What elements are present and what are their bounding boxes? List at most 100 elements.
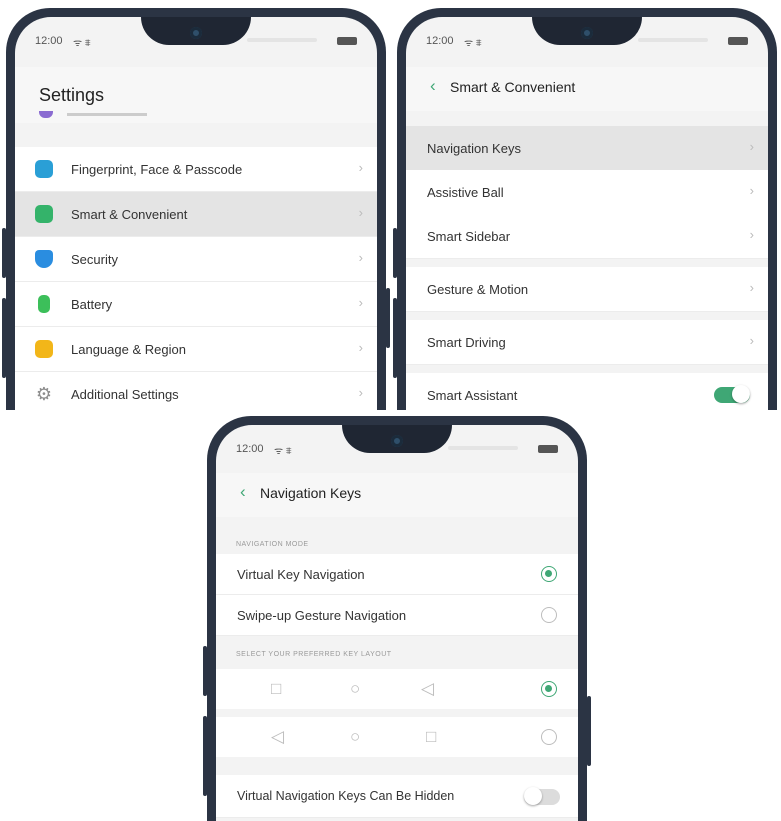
square-key-icon: □ bbox=[271, 679, 282, 698]
language-icon bbox=[35, 340, 53, 358]
signal-icon: ᯤ ⩨ bbox=[464, 38, 482, 49]
speaker-grille bbox=[247, 38, 317, 42]
side-button bbox=[203, 646, 207, 696]
radio-selected[interactable] bbox=[541, 681, 557, 697]
status-time: 12:00 bbox=[35, 35, 63, 47]
phone-navigation-keys: 12:00 ᯤ ⩨ ‹ Navigation Keys NAVIGATION M… bbox=[203, 416, 591, 821]
chevron-right-icon: › bbox=[358, 160, 363, 175]
option-swipe-up-gesture[interactable]: Swipe-up Gesture Navigation bbox=[216, 595, 578, 636]
option-keys-can-be-hidden[interactable]: Virtual Navigation Keys Can Be Hidden bbox=[216, 775, 578, 818]
page-title: Smart & Convenient bbox=[450, 79, 576, 95]
phone-smart-convenient: 12:00 ᯤ ⩨ ‹ Smart & Convenient Navigatio… bbox=[393, 8, 777, 410]
smart-assistant-toggle[interactable] bbox=[714, 385, 750, 403]
option-virtual-key-navigation[interactable]: Virtual Key Navigation bbox=[216, 554, 578, 595]
settings-item-smart-convenient[interactable]: Smart & Convenient › bbox=[15, 192, 377, 237]
status-bar: 12:00 ᯤ ⩨ bbox=[236, 441, 558, 457]
side-button bbox=[2, 298, 6, 378]
key-layout-option-1[interactable]: □ ○ ◁ bbox=[216, 669, 578, 709]
side-button bbox=[203, 716, 207, 796]
settings-item-additional[interactable]: ⚙ Additional Settings › bbox=[15, 372, 377, 410]
speaker-grille bbox=[448, 446, 518, 450]
battery-status-icon bbox=[538, 445, 558, 453]
chevron-right-icon: › bbox=[749, 183, 754, 198]
list-item-label: Smart Sidebar bbox=[427, 229, 511, 244]
side-button bbox=[2, 228, 6, 278]
square-key-icon: □ bbox=[426, 727, 437, 746]
side-button bbox=[386, 288, 390, 348]
settings-item-label: Fingerprint, Face & Passcode bbox=[71, 162, 243, 177]
option-label: Virtual Navigation Keys Can Be Hidden bbox=[237, 789, 455, 803]
chevron-right-icon: › bbox=[358, 340, 363, 355]
radio-unselected[interactable] bbox=[541, 607, 557, 623]
settings-item-label: Additional Settings bbox=[71, 387, 179, 402]
circle-key-icon: ○ bbox=[350, 727, 361, 746]
battery-icon bbox=[38, 295, 50, 313]
partial-row-label bbox=[67, 113, 147, 116]
status-time: 12:00 bbox=[236, 443, 264, 455]
settings-item-label: Language & Region bbox=[71, 342, 186, 357]
settings-item-security[interactable]: Security › bbox=[15, 237, 377, 282]
toggle-knob bbox=[524, 787, 542, 805]
settings-item-label: Battery bbox=[71, 297, 113, 312]
list-item-label: Assistive Ball bbox=[427, 185, 504, 200]
phone-settings: 12:00 ᯤ ⩨ Settings Fingerprint, Face & P… bbox=[2, 8, 390, 410]
shield-icon bbox=[35, 250, 53, 268]
back-arrow-icon[interactable]: ‹ bbox=[240, 482, 246, 502]
page-title: Navigation Keys bbox=[260, 485, 362, 501]
circle-key-icon: ○ bbox=[350, 679, 361, 698]
hide-keys-toggle[interactable] bbox=[524, 787, 560, 805]
toggle-knob bbox=[732, 385, 750, 403]
section-header-key-layout: SELECT YOUR PREFERRED KEY LAYOUT bbox=[236, 651, 392, 658]
chevron-right-icon: › bbox=[749, 333, 754, 348]
side-button bbox=[393, 298, 397, 378]
back-triangle-key-icon: ◁ bbox=[271, 727, 285, 746]
list-item-assistive-ball[interactable]: Assistive Ball › bbox=[406, 170, 768, 215]
option-label: Virtual Key Navigation bbox=[237, 567, 365, 582]
header: ‹ Smart & Convenient bbox=[406, 67, 768, 111]
chevron-right-icon: › bbox=[358, 205, 363, 220]
back-triangle-key-icon: ◁ bbox=[421, 679, 435, 698]
key-layout-option-2[interactable]: ◁ ○ □ bbox=[216, 717, 578, 757]
chevron-right-icon: › bbox=[358, 385, 363, 400]
settings-item-language[interactable]: Language & Region › bbox=[15, 327, 377, 372]
list-item-label: Navigation Keys bbox=[427, 141, 521, 156]
partial-row bbox=[15, 107, 377, 123]
status-bar: 12:00 ᯤ ⩨ bbox=[35, 33, 357, 49]
chevron-right-icon: › bbox=[749, 227, 754, 242]
list-item-label: Gesture & Motion bbox=[427, 282, 529, 297]
settings-item-label: Smart & Convenient bbox=[71, 207, 188, 222]
radio-unselected[interactable] bbox=[541, 729, 557, 745]
fingerprint-icon bbox=[35, 160, 53, 178]
list-item-label: Smart Driving bbox=[427, 335, 506, 350]
battery-status-icon bbox=[728, 37, 748, 45]
screen: 12:00 ᯤ ⩨ ‹ Smart & Convenient Navigatio… bbox=[406, 17, 768, 410]
speaker-grille bbox=[638, 38, 708, 42]
chevron-right-icon: › bbox=[358, 250, 363, 265]
settings-item-battery[interactable]: Battery › bbox=[15, 282, 377, 327]
settings-item-fingerprint[interactable]: Fingerprint, Face & Passcode › bbox=[15, 147, 377, 192]
chevron-right-icon: › bbox=[358, 295, 363, 310]
list-item-navigation-keys[interactable]: Navigation Keys › bbox=[406, 126, 768, 171]
screen: 12:00 ᯤ ⩨ ‹ Navigation Keys NAVIGATION M… bbox=[216, 425, 578, 821]
signal-icon: ᯤ ⩨ bbox=[274, 446, 292, 457]
back-arrow-icon[interactable]: ‹ bbox=[430, 76, 436, 96]
status-time: 12:00 bbox=[426, 35, 454, 47]
list-item-gesture-motion[interactable]: Gesture & Motion › bbox=[406, 267, 768, 312]
list-item-smart-driving[interactable]: Smart Driving › bbox=[406, 320, 768, 365]
battery-status-icon bbox=[337, 37, 357, 45]
chevron-right-icon: › bbox=[749, 280, 754, 295]
chevron-right-icon: › bbox=[749, 139, 754, 154]
gear-icon: ⚙ bbox=[35, 384, 53, 404]
option-label: Swipe-up Gesture Navigation bbox=[237, 608, 407, 623]
status-bar: 12:00 ᯤ ⩨ bbox=[426, 33, 748, 49]
screen: 12:00 ᯤ ⩨ Settings Fingerprint, Face & P… bbox=[15, 17, 377, 410]
list-item-smart-sidebar[interactable]: Smart Sidebar › bbox=[406, 214, 768, 259]
header: ‹ Navigation Keys bbox=[216, 473, 578, 517]
list-item-smart-assistant[interactable]: Smart Assistant bbox=[406, 373, 768, 410]
radio-selected[interactable] bbox=[541, 566, 557, 582]
smart-convenient-icon bbox=[35, 205, 53, 223]
signal-icon: ᯤ ⩨ bbox=[73, 38, 91, 49]
settings-item-label: Security bbox=[71, 252, 118, 267]
side-button bbox=[393, 228, 397, 278]
section-header-navigation-mode: NAVIGATION MODE bbox=[236, 541, 309, 548]
